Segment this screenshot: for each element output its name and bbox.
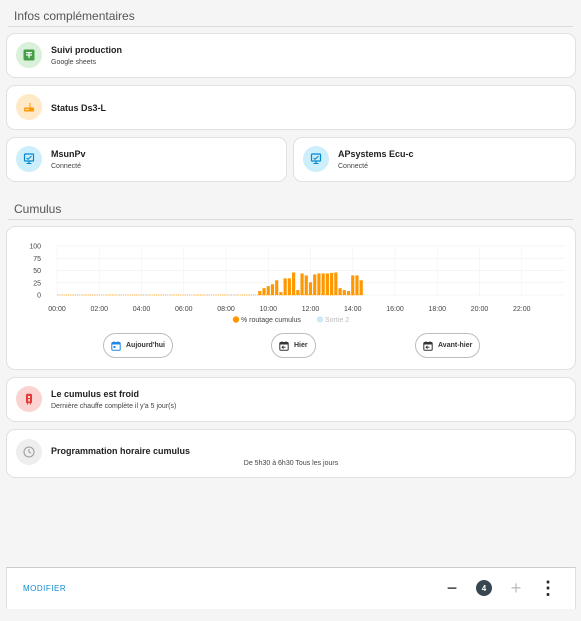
plus-button[interactable]: + [505,577,527,599]
before-yesterday-button[interactable]: Avant-hier [415,333,481,358]
chart-bar [338,288,342,295]
chart-bar [296,290,300,295]
x-tick-label: 16:00 [386,306,404,313]
card-title: Suivi production [51,45,122,55]
y-tick-label: 25 [33,280,41,287]
section-title-cumulus: Cumulus [14,202,62,216]
x-tick-label: 00:00 [48,306,66,313]
calendar-today-icon [111,340,121,351]
x-tick-label: 14:00 [344,306,362,313]
modify-button[interactable]: MODIFIER [23,584,66,593]
card-subtitle: Google sheets [51,59,97,66]
card-suivi-production[interactable]: Suivi production Google sheets [6,33,576,78]
chart-bar [292,272,296,295]
yesterday-button-label: Hier [294,342,308,349]
water-heater-icon [16,386,42,412]
chart-bar [304,275,308,295]
calendar-arrow-left-icon [423,340,433,351]
chart-bar [351,275,355,295]
more-options-button[interactable]: ⋮ [537,577,559,599]
chart-bar [334,272,338,295]
chart-bar [266,286,270,295]
legend-label: % routage cumulus [241,317,301,324]
chart-bar [330,272,334,295]
card-programmation[interactable]: Programmation horaire cumulus De 5h30 à … [6,429,576,478]
chart-bar [317,273,321,295]
chart-bar [342,290,346,295]
chart-bar [300,273,304,295]
today-button-label: Aujourd'hui [126,342,165,349]
x-tick-label: 08:00 [217,306,235,313]
chart-bar [287,278,291,295]
x-tick-label: 22:00 [513,306,531,313]
calendar-arrow-left-icon [279,340,289,351]
section-title-infos: Infos complémentaires [14,9,135,23]
monitor-icon [303,146,329,172]
card-title: APsystems Ecu-c [338,149,414,159]
x-tick-label: 06:00 [175,306,193,313]
y-tick-label: 0 [37,293,41,300]
card-title: Status Ds3-L [51,103,107,113]
chart-bar [258,291,262,295]
yesterday-button[interactable]: Hier [271,333,316,358]
section-divider [8,219,573,220]
legend-marker [316,316,324,323]
card-subtitle: Dernière chauffe complète il y'a 5 jour(… [51,403,177,410]
card-cumulus-state[interactable]: Le cumulus est froid Dernière chauffe co… [6,377,576,422]
minus-button[interactable]: − [441,577,463,599]
chart-bar [325,273,329,295]
card-title: MsunPv [51,149,86,159]
y-tick-label: 75 [33,256,41,263]
x-tick-label: 20:00 [471,306,489,313]
legend-marker [232,316,240,323]
card-subtitle: Connecté [51,163,81,170]
count-badge: 4 [476,580,492,596]
chart-bar [359,280,363,295]
y-tick-label: 100 [29,244,41,251]
today-button[interactable]: Aujourd'hui [103,333,173,358]
chart-bar [283,278,287,295]
x-tick-label: 10:00 [259,306,277,313]
edit-toolbar: MODIFIER − 4 + ⋮ [6,567,576,609]
chart-bar [355,275,359,295]
x-tick-label: 12:00 [302,306,320,313]
chart-bar [262,288,266,295]
spreadsheet-icon [16,42,42,68]
chart-bar [313,274,317,295]
chart-bar [275,280,279,295]
chart-bar [270,284,275,295]
card-status-ds3l[interactable]: Status Ds3-L [6,85,576,130]
card-subtitle: Connecté [338,163,368,170]
chart-bar [279,292,283,295]
card-title: Le cumulus est froid [51,389,140,399]
legend-label: Sortie 2 [325,317,349,324]
router-icon [16,94,42,120]
y-tick-label: 50 [33,268,41,275]
before-yesterday-button-label: Avant-hier [438,342,473,349]
x-tick-label: 18:00 [428,306,446,313]
monitor-icon [16,146,42,172]
chart-bar [321,273,325,295]
card-title: Programmation horaire cumulus [51,446,191,456]
chart-bar [308,282,313,295]
card-subtitle: De 5h30 à 6h30 Tous les jours [243,460,339,467]
card-msunpv[interactable]: MsunPv Connecté [6,137,287,182]
chart-bar [346,291,351,295]
x-tick-label: 02:00 [90,306,108,313]
section-divider [8,26,573,27]
card-apsystems[interactable]: APsystems Ecu-c Connecté [293,137,576,182]
x-tick-label: 04:00 [133,306,151,313]
